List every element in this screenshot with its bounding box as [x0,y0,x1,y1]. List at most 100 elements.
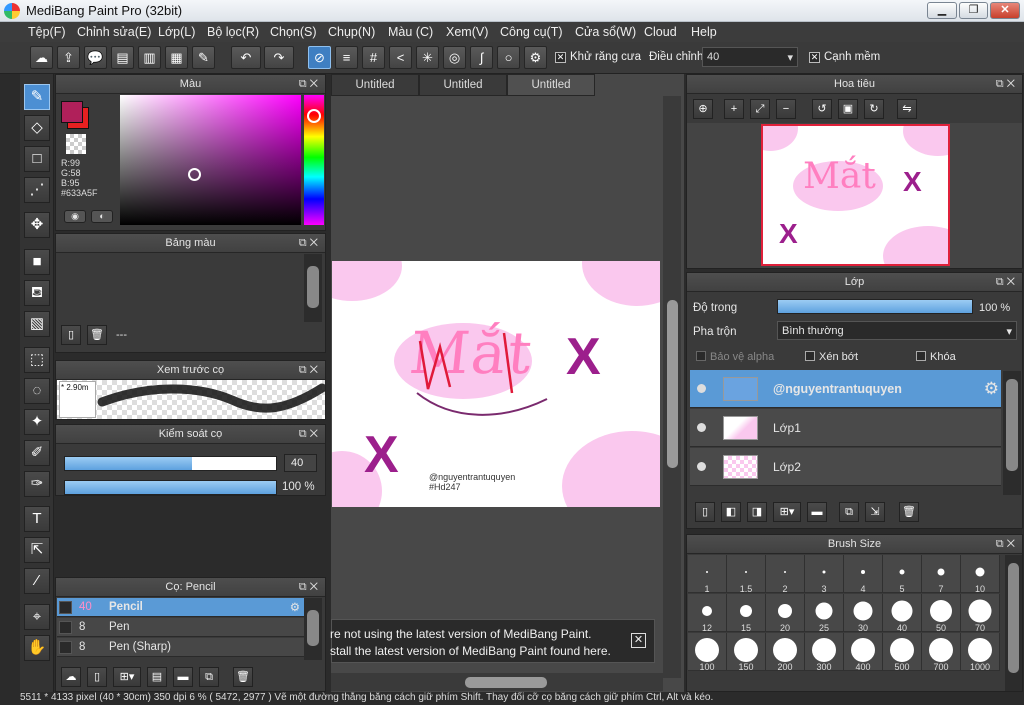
brush-size-option[interactable]: 100 [688,633,727,672]
zoom-in-icon[interactable]: + [724,99,744,119]
rotate-left-icon[interactable]: ↺ [812,99,832,119]
select-eraser-icon[interactable]: ✑ [24,471,50,497]
brush-size-option[interactable]: 700 [922,633,961,672]
layer-row[interactable]: @nguyentrantuquyen ⚙ [690,370,1001,408]
duplicate-layer-icon[interactable]: ⧉ [839,502,859,522]
cross-snap-icon[interactable]: # [362,46,385,69]
new-brush-icon[interactable]: ▯ [87,667,107,687]
color-pick-marker[interactable] [188,168,201,181]
menu-help[interactable]: Help [691,25,717,39]
clipping-checkbox[interactable]: Xén bớt [805,351,858,363]
gear-icon[interactable]: ⚙ [984,379,999,399]
menu-capture[interactable]: Chụp(N) [328,25,375,39]
layer-scrollbar[interactable] [1003,371,1021,495]
menu-select[interactable]: Chọn(S) [270,25,317,39]
menu-cloud[interactable]: Cloud [644,25,677,39]
brush-size-option[interactable]: 50 [922,594,961,633]
new-palette-icon[interactable]: ▯ [61,325,81,345]
brush-size-option[interactable]: 400 [844,633,883,672]
brush-size-option[interactable]: 12 [688,594,727,633]
move-tool-icon[interactable]: ✥ [24,212,50,238]
brush-item-pen-sharp[interactable]: 8 Pen (Sharp) [57,638,304,657]
brush-size-option[interactable]: 20 [766,594,805,633]
new-halftone-layer-icon[interactable]: ◧ [721,502,741,522]
menu-file[interactable]: Tệp(F) [28,25,66,39]
brush-item-pen[interactable]: 8 Pen [57,618,304,637]
visibility-eye-icon[interactable] [697,462,706,471]
brush-size-slider[interactable] [64,456,277,471]
add-brush-cloud-icon[interactable]: ☁ [61,667,81,687]
reset-view-icon[interactable]: ▣ [838,99,858,119]
select-pen-icon[interactable]: ✐ [24,440,50,466]
comment-icon[interactable]: 💬 [84,46,107,69]
primary-color-swatch[interactable] [61,101,83,123]
brush-size-option[interactable]: 5 [883,555,922,594]
color-picker-icon[interactable]: ◐ [91,210,113,223]
brush-size-option[interactable]: 2 [766,555,805,594]
correction-select[interactable]: 40 ▾ [702,47,798,67]
merge-layer-icon[interactable]: ⇲ [865,502,885,522]
minimize-button[interactable]: ▁ [927,2,957,19]
fit-screen-icon[interactable]: ⤢ [750,99,770,119]
lasso-icon[interactable]: ◌ [24,378,50,404]
brush-item-pencil[interactable]: 40 Pencil ⚙ [57,598,304,617]
brush-folder-icon[interactable]: ▬ [173,667,193,687]
brush-size-value[interactable]: 40 [284,454,317,472]
circle-snap-icon[interactable]: ○ [497,46,520,69]
horizontal-scrollbar[interactable] [331,673,663,691]
new-1bit-layer-icon[interactable]: ◨ [747,502,767,522]
rotate-right-icon[interactable]: ↻ [864,99,884,119]
antialias-checkbox[interactable]: ✕ [555,52,566,63]
message-icon[interactable]: ▤ [111,46,134,69]
brush-size-option[interactable]: 7 [922,555,961,594]
hand-tool-icon[interactable]: ✋ [24,635,50,661]
eraser-tool-icon[interactable]: ◇ [24,115,50,141]
brush-size-scrollbar[interactable] [1005,555,1022,691]
text-tool-icon[interactable]: T [24,506,50,532]
update-notification[interactable]: re not using the latest version of MediB… [330,619,655,663]
visibility-eye-icon[interactable] [697,384,706,393]
cloud-icon[interactable]: ☁ [30,46,53,69]
select-rect-icon[interactable]: ⬚ [24,347,50,373]
divide-tool-icon[interactable]: ⁄ [24,568,50,594]
protect-alpha-checkbox[interactable]: Bảo vệ alpha [696,351,774,363]
redo-icon[interactable]: ↷ [264,46,294,69]
brush-size-option[interactable]: 10 [961,555,1000,594]
brush-size-option[interactable]: 4 [844,555,883,594]
blend-mode-select[interactable]: Bình thường ▾ [777,321,1017,340]
brush-size-option[interactable]: 1 [688,555,727,594]
operation-tool-icon[interactable]: ⇱ [24,537,50,563]
snap-off-icon[interactable]: ⊘ [308,46,331,69]
grid-doc-icon[interactable]: ▦ [165,46,188,69]
eyedropper-icon[interactable]: ⌖ [24,604,50,630]
brush-size-option[interactable]: 300 [805,633,844,672]
gear-icon[interactable]: ⚙ [290,600,300,614]
duplicate-brush-icon[interactable]: ⧉ [199,667,219,687]
delete-layer-icon[interactable]: 🗑 [899,502,919,522]
fill-rect-icon[interactable]: ■ [24,249,50,275]
doc-tab-3[interactable]: Untitled [507,74,595,96]
bucket-icon[interactable]: ⛾ [24,280,50,306]
brush-size-option[interactable]: 500 [883,633,922,672]
brush-tool-icon[interactable]: ✎ [24,84,50,110]
brush-size-option[interactable]: 70 [961,594,1000,633]
new-layer-icon[interactable]: ▯ [695,502,715,522]
close-button[interactable]: ✕ [990,2,1020,19]
brush-size-option[interactable]: 1.5 [727,555,766,594]
menu-window[interactable]: Cửa sổ(W) [575,25,636,39]
transparent-swatch[interactable] [66,134,86,154]
delete-brush-icon[interactable]: 🗑 [233,667,253,687]
menu-filter[interactable]: Bộ lọc(R) [207,25,259,39]
brush-list-scrollbar[interactable] [304,598,322,660]
magic-wand-icon[interactable]: ✦ [24,409,50,435]
dot-brush-icon[interactable]: ⋰ [24,177,50,203]
flip-icon[interactable]: ⇋ [897,99,917,119]
gradient-icon[interactable]: ▧ [24,311,50,337]
smooth-edge-checkbox[interactable]: ✕ [809,52,820,63]
parallel-snap-icon[interactable]: ≡ [335,46,358,69]
zoom-out-icon[interactable]: − [776,99,796,119]
layer-folder-icon[interactable]: ▬ [807,502,827,522]
layer-row[interactable]: Lớp2 [690,448,1001,486]
vertical-scrollbar[interactable] [663,96,681,678]
hue-marker[interactable] [307,109,321,123]
